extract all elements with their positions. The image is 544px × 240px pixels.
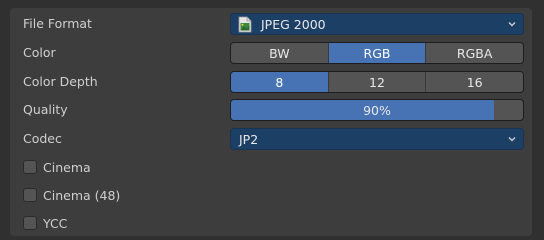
cinema-checkbox-row[interactable]: Cinema (23, 157, 91, 177)
ycc-checkbox[interactable] (23, 216, 37, 230)
depth-8-button[interactable]: 8 (231, 72, 329, 92)
color-rgb-button[interactable]: RGB (328, 43, 427, 63)
color-mode-selector: BW RGB RGBA (230, 42, 524, 64)
ycc-label: YCC (43, 215, 68, 231)
codec-value: JP2 (239, 132, 259, 147)
color-label: Color (23, 45, 56, 60)
image-settings-panel: File Format JPEG 2000 Color BW RGB RGBA … (10, 8, 532, 236)
cinema-48-label: Cinema (48) (43, 187, 121, 203)
cinema-label: Cinema (43, 159, 91, 175)
ycc-checkbox-row[interactable]: YCC (23, 213, 67, 233)
quality-label: Quality (23, 102, 68, 117)
chevron-down-icon (508, 22, 516, 27)
file-format-label: File Format (23, 16, 92, 31)
quality-slider[interactable]: 90% (230, 99, 524, 121)
file-format-row: File Format JPEG 2000 (10, 12, 532, 36)
quality-row: Quality 90% (10, 98, 532, 122)
file-format-dropdown[interactable]: JPEG 2000 (230, 13, 524, 35)
cinema-checkbox[interactable] (23, 160, 37, 174)
cinema-48-checkbox[interactable] (23, 188, 37, 202)
codec-row: Codec JP2 (10, 127, 532, 151)
cinema-48-checkbox-row[interactable]: Cinema (48) (23, 185, 120, 205)
image-file-icon (238, 16, 252, 33)
color-bw-button[interactable]: BW (231, 43, 329, 63)
color-rgba-button[interactable]: RGBA (426, 43, 523, 63)
codec-label: Codec (23, 131, 62, 146)
codec-dropdown[interactable]: JP2 (230, 128, 524, 150)
depth-12-button[interactable]: 12 (328, 72, 427, 92)
color-depth-label: Color Depth (23, 74, 98, 89)
quality-value: 90% (363, 103, 391, 118)
chevron-down-icon (508, 137, 516, 142)
depth-16-button[interactable]: 16 (426, 72, 523, 92)
color-depth-selector: 8 12 16 (230, 71, 524, 93)
file-format-value: JPEG 2000 (261, 17, 326, 32)
color-row: Color BW RGB RGBA (10, 41, 532, 65)
color-depth-row: Color Depth 8 12 16 (10, 70, 532, 94)
